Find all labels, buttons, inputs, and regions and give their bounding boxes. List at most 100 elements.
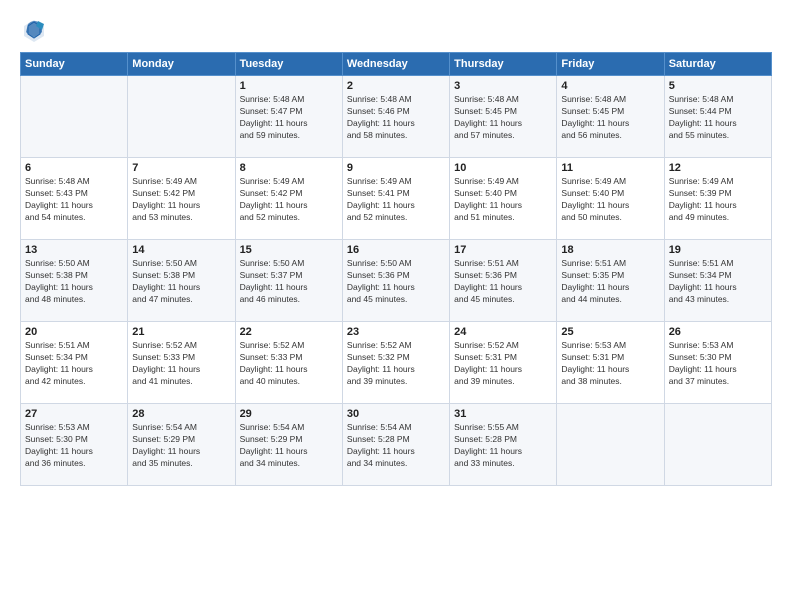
calendar-row-1: 6 Sunrise: 5:48 AM Sunset: 5:43 PM Daylig… <box>21 158 772 240</box>
calendar-cell <box>664 404 771 486</box>
page: SundayMondayTuesdayWednesdayThursdayFrid… <box>0 0 792 612</box>
day-detail: Sunrise: 5:53 AM Sunset: 5:30 PM Dayligh… <box>25 422 123 470</box>
calendar-cell <box>21 76 128 158</box>
day-number: 2 <box>347 80 445 92</box>
day-number: 7 <box>132 162 230 174</box>
calendar-cell: 28 Sunrise: 5:54 AM Sunset: 5:29 PM Dayli… <box>128 404 235 486</box>
day-detail: Sunrise: 5:51 AM Sunset: 5:35 PM Dayligh… <box>561 258 659 306</box>
day-detail: Sunrise: 5:48 AM Sunset: 5:44 PM Dayligh… <box>669 94 767 142</box>
day-detail: Sunrise: 5:50 AM Sunset: 5:38 PM Dayligh… <box>25 258 123 306</box>
calendar-row-2: 13 Sunrise: 5:50 AM Sunset: 5:38 PM Dayli… <box>21 240 772 322</box>
day-detail: Sunrise: 5:55 AM Sunset: 5:28 PM Dayligh… <box>454 422 552 470</box>
day-number: 25 <box>561 326 659 338</box>
calendar-cell: 7 Sunrise: 5:49 AM Sunset: 5:42 PM Daylig… <box>128 158 235 240</box>
day-number: 31 <box>454 408 552 420</box>
day-detail: Sunrise: 5:52 AM Sunset: 5:31 PM Dayligh… <box>454 340 552 388</box>
calendar-cell: 25 Sunrise: 5:53 AM Sunset: 5:31 PM Dayli… <box>557 322 664 404</box>
day-number: 13 <box>25 244 123 256</box>
day-detail: Sunrise: 5:48 AM Sunset: 5:46 PM Dayligh… <box>347 94 445 142</box>
day-number: 28 <box>132 408 230 420</box>
calendar-cell: 22 Sunrise: 5:52 AM Sunset: 5:33 PM Dayli… <box>235 322 342 404</box>
day-detail: Sunrise: 5:49 AM Sunset: 5:42 PM Dayligh… <box>132 176 230 224</box>
day-detail: Sunrise: 5:52 AM Sunset: 5:33 PM Dayligh… <box>240 340 338 388</box>
day-number: 24 <box>454 326 552 338</box>
calendar-cell: 2 Sunrise: 5:48 AM Sunset: 5:46 PM Daylig… <box>342 76 449 158</box>
calendar-cell: 6 Sunrise: 5:48 AM Sunset: 5:43 PM Daylig… <box>21 158 128 240</box>
day-detail: Sunrise: 5:54 AM Sunset: 5:29 PM Dayligh… <box>240 422 338 470</box>
calendar-table: SundayMondayTuesdayWednesdayThursdayFrid… <box>20 52 772 486</box>
day-number: 1 <box>240 80 338 92</box>
calendar-row-0: 1Sunrise: 5:48 AM Sunset: 5:47 PM Daylig… <box>21 76 772 158</box>
calendar-cell: 11 Sunrise: 5:49 AM Sunset: 5:40 PM Dayli… <box>557 158 664 240</box>
day-detail: Sunrise: 5:53 AM Sunset: 5:30 PM Dayligh… <box>669 340 767 388</box>
calendar-cell: 9Sunrise: 5:49 AM Sunset: 5:41 PM Daylig… <box>342 158 449 240</box>
calendar-cell: 21Sunrise: 5:52 AM Sunset: 5:33 PM Dayli… <box>128 322 235 404</box>
day-detail: Sunrise: 5:49 AM Sunset: 5:42 PM Dayligh… <box>240 176 338 224</box>
calendar-cell: 29 Sunrise: 5:54 AM Sunset: 5:29 PM Dayli… <box>235 404 342 486</box>
calendar-cell: 17Sunrise: 5:51 AM Sunset: 5:36 PM Dayli… <box>450 240 557 322</box>
header-cell-friday: Friday <box>557 53 664 76</box>
calendar-cell: 26Sunrise: 5:53 AM Sunset: 5:30 PM Dayli… <box>664 322 771 404</box>
calendar-row-4: 27 Sunrise: 5:53 AM Sunset: 5:30 PM Dayli… <box>21 404 772 486</box>
day-number: 8 <box>240 162 338 174</box>
calendar-cell: 20 Sunrise: 5:51 AM Sunset: 5:34 PM Dayli… <box>21 322 128 404</box>
day-detail: Sunrise: 5:50 AM Sunset: 5:38 PM Dayligh… <box>132 258 230 306</box>
logo <box>20 16 52 44</box>
logo-icon <box>20 16 48 44</box>
day-detail: Sunrise: 5:51 AM Sunset: 5:36 PM Dayligh… <box>454 258 552 306</box>
day-detail: Sunrise: 5:49 AM Sunset: 5:40 PM Dayligh… <box>561 176 659 224</box>
calendar-cell: 1Sunrise: 5:48 AM Sunset: 5:47 PM Daylig… <box>235 76 342 158</box>
day-detail: Sunrise: 5:52 AM Sunset: 5:33 PM Dayligh… <box>132 340 230 388</box>
calendar-cell: 19Sunrise: 5:51 AM Sunset: 5:34 PM Dayli… <box>664 240 771 322</box>
day-detail: Sunrise: 5:48 AM Sunset: 5:43 PM Dayligh… <box>25 176 123 224</box>
day-number: 22 <box>240 326 338 338</box>
header-cell-saturday: Saturday <box>664 53 771 76</box>
day-number: 12 <box>669 162 767 174</box>
day-number: 9 <box>347 162 445 174</box>
day-detail: Sunrise: 5:51 AM Sunset: 5:34 PM Dayligh… <box>25 340 123 388</box>
calendar-cell: 3 Sunrise: 5:48 AM Sunset: 5:45 PM Daylig… <box>450 76 557 158</box>
calendar-cell: 12 Sunrise: 5:49 AM Sunset: 5:39 PM Dayli… <box>664 158 771 240</box>
day-number: 3 <box>454 80 552 92</box>
day-detail: Sunrise: 5:52 AM Sunset: 5:32 PM Dayligh… <box>347 340 445 388</box>
calendar-cell: 30Sunrise: 5:54 AM Sunset: 5:28 PM Dayli… <box>342 404 449 486</box>
day-detail: Sunrise: 5:48 AM Sunset: 5:45 PM Dayligh… <box>454 94 552 142</box>
day-number: 6 <box>25 162 123 174</box>
calendar-cell <box>557 404 664 486</box>
calendar-cell: 5 Sunrise: 5:48 AM Sunset: 5:44 PM Daylig… <box>664 76 771 158</box>
calendar-header: SundayMondayTuesdayWednesdayThursdayFrid… <box>21 53 772 76</box>
header-row: SundayMondayTuesdayWednesdayThursdayFrid… <box>21 53 772 76</box>
calendar-cell: 16Sunrise: 5:50 AM Sunset: 5:36 PM Dayli… <box>342 240 449 322</box>
calendar-body: 1Sunrise: 5:48 AM Sunset: 5:47 PM Daylig… <box>21 76 772 486</box>
calendar-cell: 10Sunrise: 5:49 AM Sunset: 5:40 PM Dayli… <box>450 158 557 240</box>
header-cell-sunday: Sunday <box>21 53 128 76</box>
calendar-cell: 31 Sunrise: 5:55 AM Sunset: 5:28 PM Dayli… <box>450 404 557 486</box>
header-cell-thursday: Thursday <box>450 53 557 76</box>
day-number: 18 <box>561 244 659 256</box>
calendar-cell: 18 Sunrise: 5:51 AM Sunset: 5:35 PM Dayli… <box>557 240 664 322</box>
calendar-cell: 8 Sunrise: 5:49 AM Sunset: 5:42 PM Daylig… <box>235 158 342 240</box>
day-detail: Sunrise: 5:48 AM Sunset: 5:45 PM Dayligh… <box>561 94 659 142</box>
header-cell-wednesday: Wednesday <box>342 53 449 76</box>
header <box>20 16 772 44</box>
day-number: 5 <box>669 80 767 92</box>
day-number: 29 <box>240 408 338 420</box>
day-detail: Sunrise: 5:49 AM Sunset: 5:39 PM Dayligh… <box>669 176 767 224</box>
day-detail: Sunrise: 5:49 AM Sunset: 5:40 PM Dayligh… <box>454 176 552 224</box>
header-cell-tuesday: Tuesday <box>235 53 342 76</box>
day-number: 27 <box>25 408 123 420</box>
calendar-cell: 23Sunrise: 5:52 AM Sunset: 5:32 PM Dayli… <box>342 322 449 404</box>
calendar-row-3: 20 Sunrise: 5:51 AM Sunset: 5:34 PM Dayli… <box>21 322 772 404</box>
day-number: 14 <box>132 244 230 256</box>
calendar-cell: 24 Sunrise: 5:52 AM Sunset: 5:31 PM Dayli… <box>450 322 557 404</box>
calendar-cell <box>128 76 235 158</box>
calendar-cell: 15Sunrise: 5:50 AM Sunset: 5:37 PM Dayli… <box>235 240 342 322</box>
day-number: 20 <box>25 326 123 338</box>
day-number: 11 <box>561 162 659 174</box>
day-number: 4 <box>561 80 659 92</box>
day-detail: Sunrise: 5:53 AM Sunset: 5:31 PM Dayligh… <box>561 340 659 388</box>
calendar-cell: 14 Sunrise: 5:50 AM Sunset: 5:38 PM Dayli… <box>128 240 235 322</box>
day-detail: Sunrise: 5:54 AM Sunset: 5:29 PM Dayligh… <box>132 422 230 470</box>
day-detail: Sunrise: 5:50 AM Sunset: 5:36 PM Dayligh… <box>347 258 445 306</box>
day-detail: Sunrise: 5:54 AM Sunset: 5:28 PM Dayligh… <box>347 422 445 470</box>
